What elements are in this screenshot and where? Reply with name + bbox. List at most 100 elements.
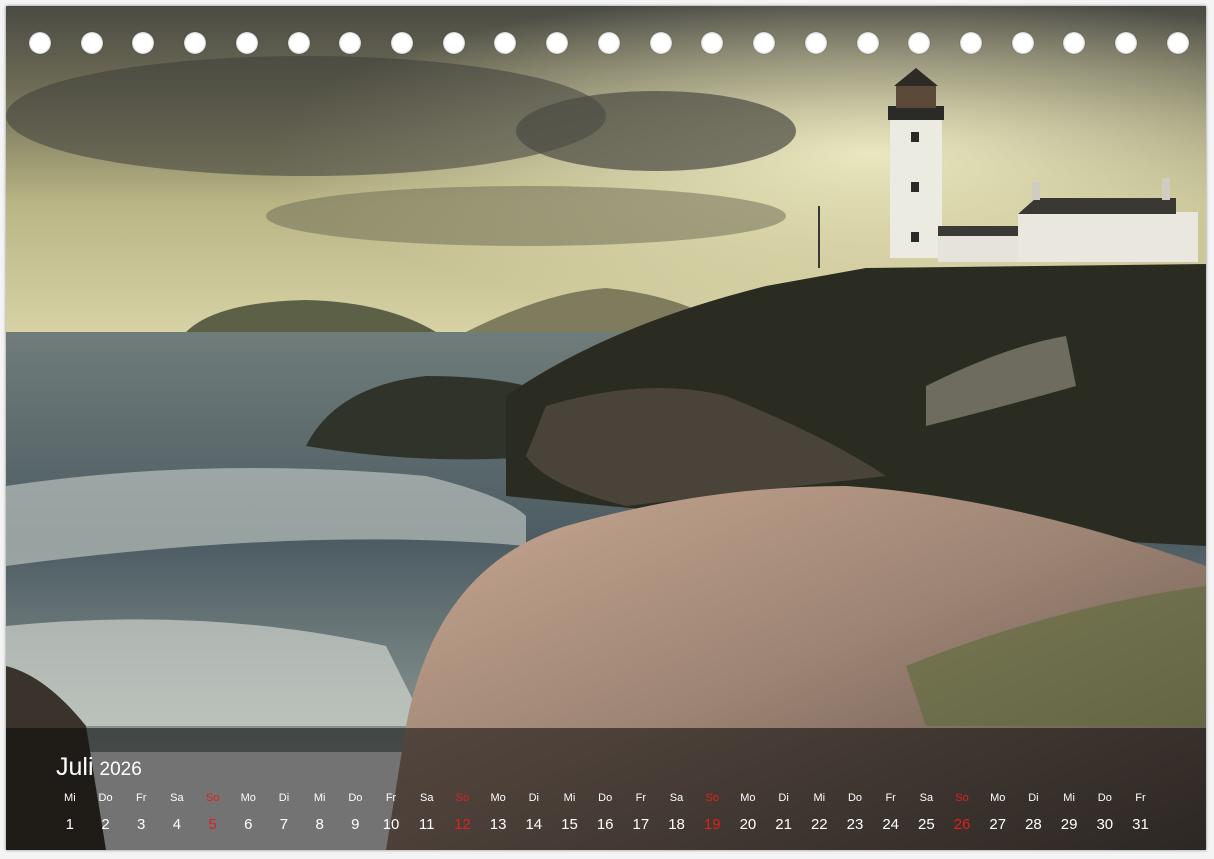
- day-number: 25: [918, 816, 935, 833]
- day-number: 16: [596, 816, 614, 833]
- day-cell: Sa 18: [659, 792, 695, 838]
- day-cell: Mi 22: [801, 792, 837, 838]
- day-number: 3: [137, 816, 146, 833]
- weekday-label: So: [705, 792, 719, 804]
- weekday-label: So: [955, 792, 969, 804]
- month-name: Juli: [56, 753, 94, 781]
- day-cell: Di 21: [766, 792, 802, 838]
- day-cell: Sa 11: [409, 792, 445, 838]
- weekday-label: Mi: [64, 792, 76, 804]
- weekday-label: Di: [278, 792, 290, 804]
- binding-hole: [1115, 32, 1138, 54]
- day-number: 20: [739, 816, 757, 833]
- day-number: 7: [279, 816, 289, 833]
- day-cell: Fr 3: [123, 792, 159, 838]
- binding-hole: [1063, 32, 1086, 54]
- day-number: 17: [632, 816, 650, 833]
- lighthouse: [888, 68, 944, 258]
- weekday-label: Di: [1028, 792, 1039, 804]
- day-cell: Do 2: [88, 792, 124, 838]
- weekday-label: Mo: [240, 792, 256, 804]
- day-number: 8: [315, 816, 324, 833]
- weekday-label: Do: [598, 792, 613, 804]
- binding-holes: [29, 32, 1189, 54]
- weekday-label: Do: [98, 792, 113, 804]
- cloud: [6, 56, 606, 176]
- day-cell: Fr 17: [623, 792, 659, 838]
- day-number: 13: [489, 816, 507, 833]
- day-cell: Sa 4: [159, 792, 195, 838]
- weekday-label: Di: [528, 792, 539, 804]
- day-number: 1: [65, 816, 75, 833]
- day-cell: So 12: [445, 792, 481, 838]
- binding-hole: [1011, 32, 1034, 54]
- day-number: 12: [454, 816, 471, 833]
- day-cell: Fr 31: [1123, 792, 1159, 838]
- day-strip: Mi 1 Do 2 Fr 3 Sa 4 So 5 Mo 6 Di 7 Mi 8 Do 9 Fr 10 Sa 11 So 12 M…: [52, 792, 1160, 838]
- day-cell: Mi 1: [52, 792, 88, 838]
- weekday-label: Mi: [813, 792, 826, 804]
- day-cell: Di 7: [266, 792, 302, 838]
- weekday-label: Di: [778, 792, 789, 804]
- weekday-label: Fr: [136, 792, 147, 804]
- day-cell: Do 9: [338, 792, 374, 838]
- weekday-label: Fr: [385, 792, 397, 804]
- binding-hole: [597, 32, 620, 54]
- day-cell: Di 14: [516, 792, 552, 838]
- binding-hole: [908, 32, 931, 54]
- day-cell: So 19: [694, 792, 730, 838]
- day-number: 15: [561, 816, 578, 833]
- day-number: 21: [775, 816, 792, 833]
- weekday-label: Sa: [669, 792, 684, 804]
- lighthouse-photo: [6, 6, 1206, 850]
- binding-hole: [649, 32, 672, 54]
- day-number: 19: [703, 816, 721, 833]
- day-number: 28: [1025, 816, 1042, 833]
- day-number: 23: [846, 816, 864, 833]
- day-cell: Sa 25: [909, 792, 945, 838]
- day-cell: Fr 10: [373, 792, 409, 838]
- weekday-label: Mo: [990, 792, 1006, 804]
- day-number: 26: [953, 816, 971, 833]
- day-cell: Di 28: [1016, 792, 1052, 838]
- weekday-label: Do: [847, 792, 862, 804]
- day-number: 2: [101, 816, 110, 833]
- day-cell: So 5: [195, 792, 231, 838]
- day-cell: Mo 27: [980, 792, 1016, 838]
- day-cell: Do 23: [837, 792, 873, 838]
- day-number: 5: [208, 816, 217, 833]
- binding-hole: [287, 32, 310, 54]
- day-cell: Mi 15: [552, 792, 588, 838]
- day-cell: Do 30: [1087, 792, 1123, 838]
- day-cell: Fr 24: [873, 792, 909, 838]
- day-cell: Mi 8: [302, 792, 338, 838]
- binding-hole: [494, 32, 517, 54]
- day-number: 29: [1060, 816, 1078, 833]
- day-number: 22: [810, 816, 828, 833]
- weekday-label: Do: [1097, 792, 1112, 804]
- day-cell: Mo 6: [230, 792, 266, 838]
- weekday-label: Sa: [170, 792, 184, 804]
- day-cell: Do 16: [587, 792, 623, 838]
- binding-hole: [856, 32, 879, 54]
- binding-hole: [132, 32, 155, 54]
- binding-hole: [391, 32, 414, 54]
- binding-hole: [235, 32, 258, 54]
- weekday-label: Mi: [563, 792, 576, 804]
- cloud: [266, 186, 786, 246]
- binding-hole: [546, 32, 569, 54]
- day-cell: Mo 13: [480, 792, 516, 838]
- weekday-label: Mo: [740, 792, 756, 804]
- calendar-page: Juli 2026 Mi 1 Do 2 Fr 3 Sa 4 So 5 Mo 6 Di 7 Mi 8 Do 9 Fr 10…: [0, 0, 1214, 859]
- weekday-label: Fr: [1135, 792, 1146, 804]
- day-number: 9: [351, 816, 360, 833]
- day-number: 4: [172, 816, 182, 833]
- binding-hole: [701, 32, 724, 54]
- day-number: 6: [244, 816, 253, 833]
- binding-hole: [339, 32, 362, 54]
- mast: [818, 206, 820, 268]
- day-cell: So 26: [944, 792, 980, 838]
- weekday-label: Mi: [1063, 792, 1075, 804]
- day-number: 30: [1096, 816, 1114, 833]
- binding-hole: [804, 32, 827, 54]
